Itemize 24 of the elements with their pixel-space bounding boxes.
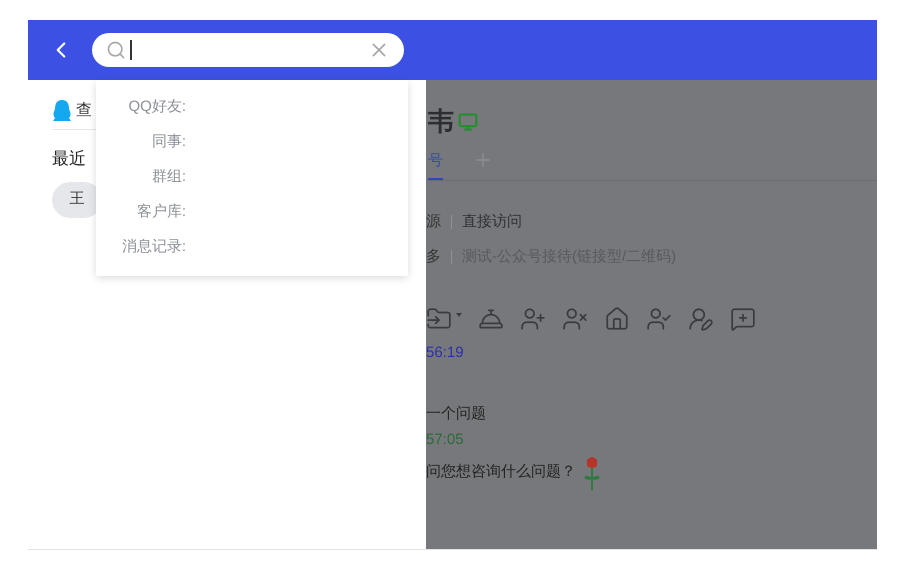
penguin-icon <box>52 100 72 122</box>
search-scope-item[interactable]: 消息记录: <box>96 236 186 271</box>
user-check-icon[interactable] <box>646 306 672 332</box>
message-text: 问您想咨询什么问题？ <box>426 462 576 482</box>
sidebar-header-text: 查 <box>76 100 92 120</box>
message-time: 56:19 <box>426 343 464 363</box>
search-field[interactable] <box>92 33 404 67</box>
user-plus-icon[interactable] <box>520 306 546 332</box>
visitor-name: 韦 <box>428 105 454 138</box>
user-blocked-icon[interactable] <box>562 306 588 332</box>
message-time: 57:05 <box>426 430 464 450</box>
search-icon <box>106 40 126 60</box>
caret-icon[interactable] <box>456 313 462 317</box>
info-value: 直接访问 <box>462 212 522 232</box>
user-edit-icon[interactable] <box>688 306 714 332</box>
section-title: 最近 <box>52 148 86 170</box>
search-scope-item[interactable]: 同事: <box>96 131 186 166</box>
message-plus-icon[interactable] <box>730 306 756 332</box>
search-scope-item[interactable]: QQ好友: <box>96 96 186 131</box>
info-label: 源 <box>426 212 441 232</box>
message-text: 一个问题 <box>426 404 486 424</box>
tab[interactable]: 号 <box>428 150 443 180</box>
info-label: 多 <box>426 246 441 266</box>
house-icon[interactable] <box>604 306 630 332</box>
